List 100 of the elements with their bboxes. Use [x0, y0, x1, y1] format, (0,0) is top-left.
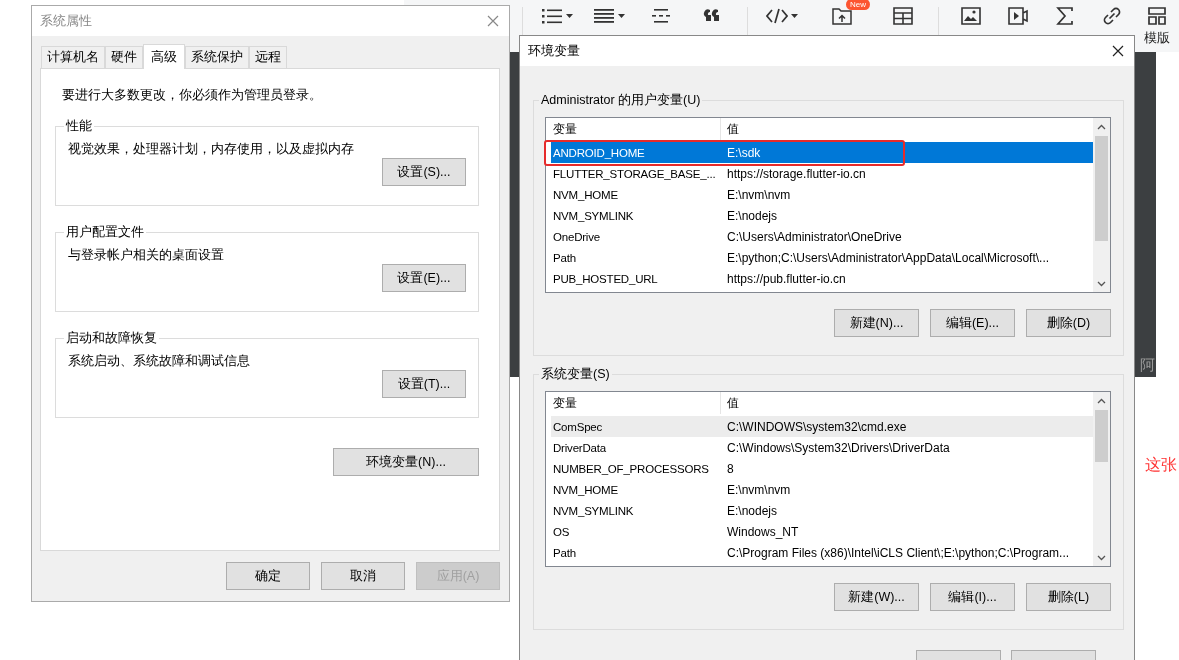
scroll-down-icon[interactable]	[1097, 555, 1106, 561]
window-title: 环境变量	[528, 42, 580, 60]
column-header[interactable]: 变量	[551, 118, 721, 140]
tool-label[interactable]: 模版	[1144, 29, 1170, 47]
variable-button[interactable]: 删除(D)	[1026, 309, 1111, 337]
tab[interactable]: 高级	[143, 44, 185, 69]
close-icon[interactable]	[1112, 45, 1124, 57]
variable-value: C:\Users\Administrator\OneDrive	[726, 229, 902, 244]
variable-button[interactable]: 编辑(I)...	[930, 583, 1015, 611]
variable-button[interactable]: 新建(N)...	[834, 309, 919, 337]
table-row[interactable]: Path E:\python;C:\Users\Administrator\AppData\Local\Microsoft\...	[551, 247, 1093, 268]
variable-value: C:\Program Files (x86)\Intel\iCLS Client\;E:\python;C:\Program...	[726, 545, 1070, 560]
group-description: 视觉效果，处理器计划，内存使用，以及虚拟内存	[68, 141, 355, 158]
variable-value: https://storage.flutter-io.cn	[726, 166, 866, 181]
variable-value: E:\nodejs	[726, 503, 778, 518]
table-row[interactable]: OS Windows_NT	[551, 521, 1093, 542]
notice-text: 要进行大多数更改，你必须作为管理员登录。	[61, 87, 323, 104]
scroll-down-icon[interactable]	[1097, 281, 1106, 287]
list-icon[interactable]	[541, 7, 563, 25]
scrollbar-thumb[interactable]	[1095, 410, 1108, 462]
variable-name: OS	[552, 525, 571, 538]
scrollbar[interactable]	[1093, 392, 1110, 566]
variable-value: https://pub.flutter-io.cn	[726, 271, 846, 286]
new-badge: New	[846, 0, 870, 10]
variable-value: C:\WINDOWS\system32\cmd.exe	[726, 419, 907, 434]
variable-name: ComSpec	[552, 420, 604, 433]
caret-icon[interactable]	[566, 14, 573, 18]
table-row[interactable]: OneDrive C:\Users\Administrator\OneDrive	[551, 226, 1093, 247]
table-row[interactable]: ANDROID_HOME E:\sdk	[551, 142, 1093, 163]
variable-name: ANDROID_HOME	[552, 146, 646, 159]
table-row[interactable]: NVM_HOME E:\nvm\nvm	[551, 184, 1093, 205]
video-icon[interactable]	[1006, 7, 1029, 25]
upload-folder-icon[interactable]	[831, 7, 853, 25]
scroll-up-icon[interactable]	[1097, 124, 1106, 130]
table-row[interactable]: NVM_HOME E:\nvm\nvm	[551, 479, 1093, 500]
variable-name: NUMBER_OF_PROCESSORS	[552, 462, 710, 475]
variable-name: NVM_HOME	[552, 188, 619, 201]
table-row[interactable]: NVM_SYMLINK E:\nodejs	[551, 205, 1093, 226]
group-title: 用户配置文件	[65, 224, 145, 241]
tab[interactable]: 系统保护	[185, 46, 249, 68]
group-description: 与登录帐户相关的桌面设置	[68, 247, 225, 264]
group-title: 启动和故障恢复	[65, 330, 158, 347]
article-text: 这张	[1145, 455, 1177, 475]
caret-icon[interactable]	[618, 14, 625, 18]
code-icon[interactable]	[766, 7, 788, 25]
tab[interactable]: 硬件	[105, 46, 143, 68]
group-title: 性能	[65, 118, 93, 135]
group-description: 系统启动、系统故障和调试信息	[68, 353, 251, 370]
caret-icon[interactable]	[791, 14, 798, 18]
variable-button[interactable]: 删除(L)	[1026, 583, 1111, 611]
variable-button[interactable]: 新建(W)...	[834, 583, 919, 611]
variable-value: E:\nodejs	[726, 208, 778, 223]
variable-name: NVM_HOME	[552, 483, 619, 496]
variable-name: PUB_HOSTED_URL	[552, 272, 659, 285]
settings-button[interactable]: 设置(T)...	[382, 370, 466, 398]
table-row[interactable]: DriverData C:\Windows\System32\Drivers\DriverData	[551, 437, 1093, 458]
table-row[interactable]: PUB_HOSTED_URL https://pub.flutter-io.cn	[551, 268, 1093, 289]
scroll-up-icon[interactable]	[1097, 398, 1106, 404]
sigma-icon[interactable]	[1053, 7, 1076, 25]
table-row[interactable]: ComSpec C:\WINDOWS\system32\cmd.exe	[551, 416, 1093, 437]
variable-name: Path	[552, 546, 577, 559]
variable-name: Path	[552, 251, 577, 264]
table-row[interactable]: FLUTTER_STORAGE_BASE_... https://storage.flutter-io.cn	[551, 163, 1093, 184]
divider-icon[interactable]	[650, 7, 672, 25]
variable-value: E:\sdk	[726, 145, 761, 160]
dialog-button[interactable]: 确定	[226, 562, 310, 590]
variable-name: FLUTTER_STORAGE_BASE_...	[552, 167, 717, 180]
column-header[interactable]: 值	[721, 392, 739, 414]
table-row[interactable]: NUMBER_OF_PROCESSORS 8	[551, 458, 1093, 479]
dialog-button[interactable]: 取消	[321, 562, 405, 590]
variable-value: E:\python;C:\Users\Administrator\AppData\Local\Microsoft\...	[726, 250, 1050, 265]
template-icon[interactable]	[1146, 7, 1168, 25]
settings-button[interactable]: 设置(S)...	[382, 158, 466, 186]
variable-value: Windows_NT	[726, 524, 799, 539]
group-title: 系统变量(S)	[540, 366, 611, 383]
scrollbar[interactable]	[1093, 118, 1110, 292]
screenshot-text: 阿	[1140, 356, 1155, 375]
table-row[interactable]: Path C:\Program Files (x86)\Intel\iCLS Client\;E:\python;C:\Program...	[551, 542, 1093, 563]
column-header[interactable]: 值	[721, 118, 739, 140]
align-icon[interactable]	[593, 7, 615, 25]
variable-name: NVM_SYMLINK	[552, 504, 635, 517]
image-icon[interactable]	[959, 7, 982, 25]
variable-name: DriverData	[552, 441, 607, 454]
settings-button[interactable]: 设置(E)...	[382, 264, 466, 292]
variable-value: E:\nvm\nvm	[726, 482, 791, 497]
variable-value: 8	[726, 461, 734, 476]
tab[interactable]: 计算机名	[41, 46, 105, 68]
group-title: Administrator 的用户变量(U)	[540, 92, 702, 109]
variable-name: NVM_SYMLINK	[552, 209, 635, 222]
table-icon[interactable]	[892, 7, 914, 25]
variable-value: E:\nvm\nvm	[726, 187, 791, 202]
scrollbar-thumb[interactable]	[1095, 136, 1108, 241]
variable-button[interactable]: 编辑(E)...	[930, 309, 1015, 337]
environment-variables-button[interactable]: 环境变量(N)...	[333, 448, 479, 476]
column-header[interactable]: 变量	[551, 392, 721, 414]
variable-value: C:\Windows\System32\Drivers\DriverData	[726, 440, 950, 455]
variable-name: OneDrive	[552, 230, 601, 243]
tab[interactable]: 远程	[249, 46, 287, 68]
table-row[interactable]: NVM_SYMLINK E:\nodejs	[551, 500, 1093, 521]
window-title: 系统属性	[40, 12, 92, 30]
